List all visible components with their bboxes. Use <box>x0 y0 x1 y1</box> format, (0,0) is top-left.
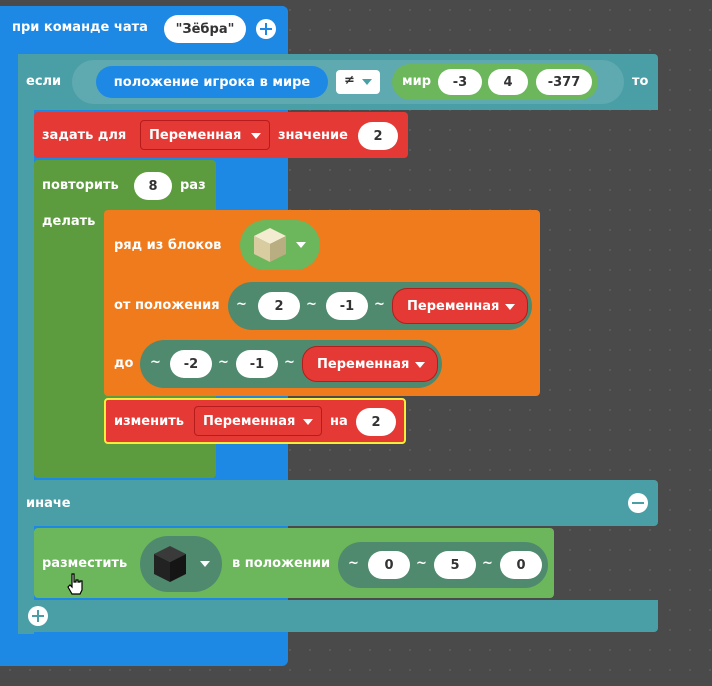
repeat-label: повторить <box>42 178 119 193</box>
change-value-input[interactable]: 2 <box>356 408 396 436</box>
operator-dropdown[interactable]: ≠ <box>336 70 380 94</box>
then-label: то <box>632 74 649 89</box>
chat-command-label: при команде чата <box>12 20 148 35</box>
to-z-variable-dropdown[interactable]: Переменная <box>302 346 438 382</box>
chevron-down-icon <box>200 561 210 567</box>
set-variable-name: Переменная <box>149 127 242 143</box>
place-label: разместить <box>42 556 128 571</box>
add-parameter-icon[interactable] <box>256 19 276 39</box>
set-value-label: значение <box>278 128 348 143</box>
world-x-input[interactable]: -3 <box>438 69 482 95</box>
chevron-down-icon <box>296 242 306 248</box>
chevron-down-icon <box>505 304 515 310</box>
place-y-tilde: ~ <box>416 556 427 571</box>
add-else-if-icon[interactable] <box>28 606 48 626</box>
if-block-left-rail <box>18 54 34 634</box>
set-variable-dropdown[interactable]: Переменная <box>140 120 270 150</box>
fill-row-label: ряд из блоков <box>114 238 222 253</box>
from-x-input[interactable]: 2 <box>258 292 300 320</box>
change-label: изменить <box>114 414 184 429</box>
to-x-input[interactable]: -2 <box>170 350 212 378</box>
from-position-label: от положения <box>114 298 220 313</box>
place-x-tilde: ~ <box>348 556 359 571</box>
to-z-tilde: ~ <box>284 355 295 370</box>
to-x-tilde: ~ <box>150 355 161 370</box>
place-z-tilde: ~ <box>482 556 493 571</box>
fill-block-picker[interactable] <box>240 220 320 270</box>
else-bar <box>18 480 658 526</box>
repeat-count-input[interactable]: 8 <box>134 172 172 200</box>
chevron-down-icon <box>415 362 425 368</box>
place-x-input[interactable]: 0 <box>368 551 410 579</box>
place-z-input[interactable]: 0 <box>500 551 542 579</box>
if-label: если <box>26 74 62 89</box>
set-label: задать для <box>42 128 127 143</box>
world-label: мир <box>402 74 432 89</box>
obsidian-block-icon <box>154 546 186 582</box>
remove-else-icon[interactable] <box>628 493 648 513</box>
player-world-position-reporter[interactable]: положение игрока в мире <box>96 66 328 98</box>
chevron-down-icon <box>362 79 372 85</box>
place-at-label: в положении <box>232 556 331 571</box>
sand-block-icon <box>254 228 286 262</box>
set-value-input[interactable]: 2 <box>358 122 398 150</box>
place-block-picker[interactable] <box>140 536 222 592</box>
from-x-tilde: ~ <box>236 297 247 312</box>
to-z-variable-name: Переменная <box>317 356 410 372</box>
change-variable-dropdown[interactable]: Переменная <box>194 406 322 436</box>
from-z-variable-dropdown[interactable]: Переменная <box>392 288 528 324</box>
from-y-tilde: ~ <box>306 297 317 312</box>
change-by-label: на <box>330 414 348 429</box>
chevron-down-icon <box>303 419 313 425</box>
repeat-times-label: раз <box>180 178 206 193</box>
hand-cursor-icon <box>67 573 83 595</box>
else-label: иначе <box>26 496 71 511</box>
if-block-footer <box>18 600 658 632</box>
chat-command-input[interactable]: "Зёбра" <box>164 15 246 43</box>
chevron-down-icon <box>251 133 261 139</box>
from-z-variable-name: Переменная <box>407 298 500 314</box>
to-y-input[interactable]: -1 <box>236 350 278 378</box>
from-y-input[interactable]: -1 <box>326 292 368 320</box>
operator-label: ≠ <box>344 73 355 88</box>
from-z-tilde: ~ <box>374 297 385 312</box>
to-position-label: до <box>114 356 134 371</box>
world-z-input[interactable]: -377 <box>536 69 592 95</box>
change-variable-name: Переменная <box>203 413 296 429</box>
place-y-input[interactable]: 5 <box>434 551 476 579</box>
world-y-input[interactable]: 4 <box>488 69 528 95</box>
repeat-do-label: делать <box>42 214 96 229</box>
to-y-tilde: ~ <box>218 355 229 370</box>
